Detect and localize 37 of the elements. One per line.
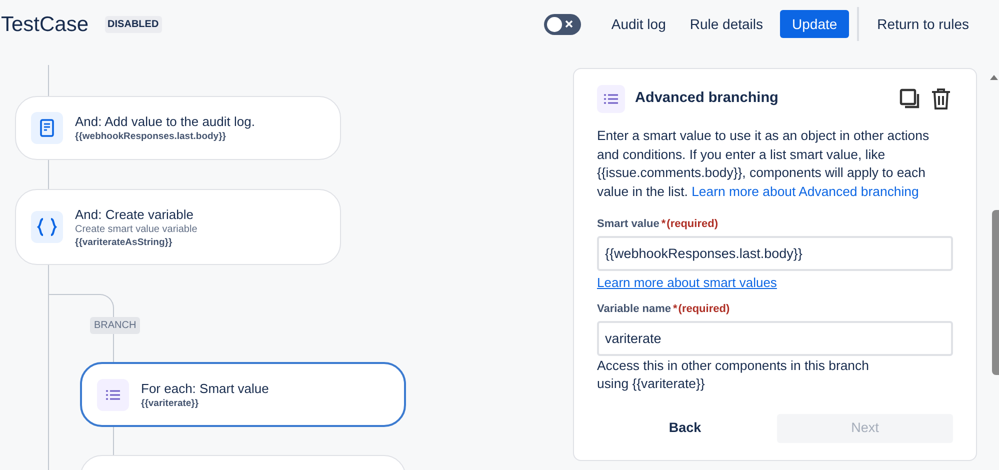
status-badge: DISABLED (104, 16, 162, 32)
header-link[interactable]: Audit log (606, 8, 671, 40)
component-title: For each: Smart value (141, 380, 269, 396)
cross-icon (565, 20, 574, 28)
list-icon (106, 390, 120, 400)
rule-component-card[interactable]: And: Create variable Create smart value variable {{variterateAsString}} (15, 189, 341, 265)
branch-label: BRANCH (90, 317, 140, 334)
header-link[interactable]: Rule details (684, 8, 768, 40)
component-title: And: Add value to the audit log. (75, 113, 255, 130)
rule-component-card[interactable]: And: Add value to the audit log. {{webhookResponses.last.body}} (15, 96, 341, 160)
list-icon (604, 94, 618, 104)
scroll-up-icon[interactable] (990, 75, 998, 80)
back-button[interactable]: Back (597, 414, 773, 442)
document-icon (40, 119, 54, 137)
scrollbar-thumb[interactable] (992, 210, 999, 375)
update-button[interactable]: Update (780, 10, 850, 38)
duplicate-icon[interactable] (899, 88, 921, 110)
component-detail: {{webhookResponses.last.body}} (75, 130, 227, 143)
rule-component-card[interactable]: For each: Smart value {{variterate}} (80, 362, 406, 427)
smart-values-link[interactable]: Learn more about smart values (597, 272, 777, 292)
input-field[interactable]: variterate (597, 320, 953, 356)
learn-more-link[interactable]: Learn more about Advanced branching (692, 184, 919, 198)
rule-title: TestCase (1, 14, 89, 34)
input-field[interactable]: {{webhookResponses.last.body}} (597, 236, 953, 270)
component-subtitle: Create smart value variable (75, 222, 198, 236)
help-text: Access this in other components in this branch using {{variterate}} (597, 356, 870, 393)
component-title: And: Create variable (75, 206, 195, 222)
braces-icon (37, 218, 57, 236)
component-detail: {{variterateAsString}} (75, 236, 174, 248)
toggle-switch[interactable] (544, 14, 582, 34)
component-detail: {{variterate}} (141, 396, 200, 410)
panel-title: Advanced branching (635, 89, 780, 108)
field-label: Smart value *(required) (597, 217, 719, 232)
return-button[interactable]: Return to rules (867, 10, 979, 38)
description-text: Enter a smart value to use it as an object in other actions and conditions. If you enter a list smart value, like {{issue.comments.body}}, components will apply to each value in the list. Learn more about Advanced branching (597, 127, 930, 201)
field-label: Variable name *(required) (597, 302, 731, 317)
delete-icon[interactable] (931, 88, 951, 110)
